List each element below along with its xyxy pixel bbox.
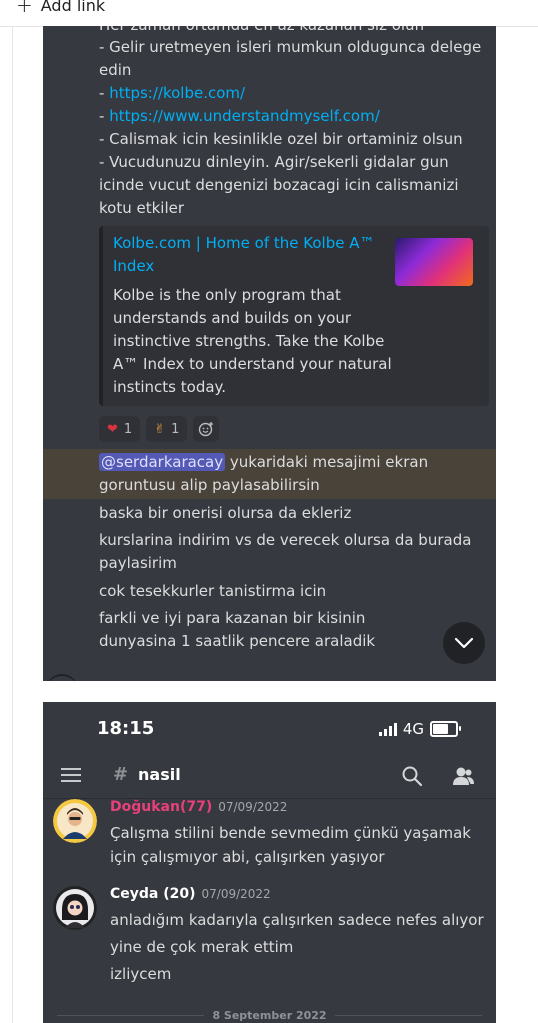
post-header: Doğukan(77) 07/09/2022 (110, 799, 287, 815)
signal-icon (378, 722, 397, 736)
rock-hand-emoji-icon: ✌ (154, 421, 166, 437)
phone-status-bar: 18:15 4G (43, 702, 496, 750)
message-line: - Gelir uretmeyen isleri mumkun oldugunc… (99, 38, 482, 79)
message-line: Çalışma stilini bende sevmedim çünkü yaş… (110, 824, 471, 866)
message-line: - Vucudunuzu dinleyin. Agir/sekerli gida… (99, 153, 459, 217)
menu-icon[interactable] (61, 768, 81, 782)
chevron-down-icon (454, 637, 474, 649)
embed-description: Kolbe is the only program that understan… (113, 286, 392, 396)
post-body: Çalışma stilini bende sevmedim çünkü yaş… (110, 821, 490, 872)
message-line: yine de çok merak ettim (110, 938, 294, 956)
chat-message: farkli ve iyi para kazanan bir kisinin d… (99, 609, 376, 650)
heart-emoji-icon: ❤ (107, 421, 118, 437)
channel-name: nasil (138, 765, 181, 784)
channel-hash-icon: # (113, 764, 129, 785)
author-name[interactable]: Doğukan(77) (110, 799, 212, 815)
avatar[interactable] (53, 799, 97, 843)
message-line: - Calismak icin kesinlikle ozel bir orta… (99, 130, 463, 148)
message-line-link: - https://www.understandmyself.com/ (99, 107, 380, 125)
top-toolbar: + Add link (0, 0, 538, 27)
mention-message-row: @serdarkaracay yukaridaki mesajimi ekran… (43, 449, 496, 499)
reaction-count: 1 (123, 421, 133, 437)
avatar (45, 674, 79, 681)
status-indicators: 4G (378, 720, 461, 738)
understandmyself-link[interactable]: https://www.understandmyself.com/ (109, 107, 380, 125)
network-type: 4G (402, 720, 424, 738)
chat-screenshot-1: Her zaman ortamda en az kazanan siz olun… (43, 26, 496, 681)
message-line-link: - https://kolbe.com/ (99, 84, 246, 102)
embed-thumbnail[interactable] (395, 238, 473, 286)
search-icon[interactable] (401, 765, 423, 787)
chat-message: kurslarina indirim vs de verecek olursa … (99, 531, 472, 572)
post-header: Ceyda (20) 07/09/2022 (110, 886, 271, 902)
battery-icon (430, 721, 461, 737)
reaction-count: 1 (171, 421, 180, 437)
post-date: 07/09/2022 (218, 800, 288, 814)
kolbe-link[interactable]: https://kolbe.com/ (109, 84, 245, 102)
status-time: 18:15 (97, 718, 155, 739)
chat-screenshot-2: 18:15 4G # nasil Doğukan(77) 07/09/2022 … (43, 702, 496, 1023)
mention-message: @serdarkaracay yukaridaki mesajimi ekran… (99, 453, 429, 494)
link-embed: Kolbe.com | Home of the Kolbe A™ Index K… (99, 226, 489, 406)
add-reaction-icon (199, 422, 214, 437)
channel-header: # nasil (43, 754, 496, 799)
avatar[interactable] (53, 886, 97, 930)
add-reaction-button[interactable] (193, 416, 220, 442)
date-divider: 8 September 2022 (57, 1009, 482, 1022)
post-body: anladığım kadarıyla çalışırken sadece ne… (110, 908, 490, 989)
date-divider-label: 8 September 2022 (212, 1009, 327, 1022)
add-link-label: Add link (40, 0, 106, 15)
plus-icon: + (16, 0, 33, 17)
author-name[interactable]: Ceyda (20) (110, 886, 196, 902)
chat-message: baska bir onerisi olursa da ekleriz (99, 504, 352, 522)
message-line: anladığım kadarıyla çalışırken sadece ne… (110, 911, 484, 929)
embed-title[interactable]: Kolbe.com | Home of the Kolbe A™ Index (113, 232, 383, 278)
post-date: 07/09/2022 (201, 887, 271, 901)
jump-to-bottom-button[interactable] (443, 622, 485, 664)
reaction-heart[interactable]: ❤ 1 (99, 416, 141, 442)
add-link-button[interactable]: + Add link (16, 0, 105, 17)
advice-message: - Gelir uretmeyen isleri mumkun oldugunc… (99, 36, 489, 220)
members-icon[interactable] (451, 765, 475, 787)
message-line: izliycem (110, 965, 172, 983)
user-mention[interactable]: @serdarkaracay (99, 453, 226, 471)
chat-message: cok tesekkurler tanistirma icin (99, 582, 327, 600)
reaction-rock-hand[interactable]: ✌ 1 (146, 416, 188, 442)
left-border (12, 26, 13, 1023)
reactions-bar: ❤ 1 ✌ 1 (99, 416, 220, 442)
